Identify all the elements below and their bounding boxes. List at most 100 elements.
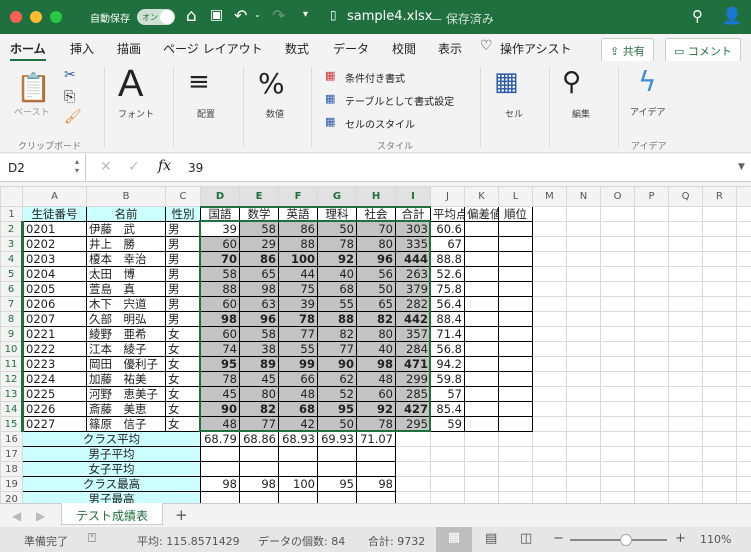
- cell[interactable]: 0201: [21, 221, 87, 237]
- cell[interactable]: 52: [317, 386, 357, 402]
- cell[interactable]: 335: [395, 236, 431, 252]
- column-header-B[interactable]: B: [86, 186, 166, 207]
- summary-value[interactable]: [200, 446, 240, 462]
- cell[interactable]: 綾野 亜希: [86, 326, 166, 342]
- cell[interactable]: 篠原 信子: [86, 416, 166, 432]
- cell[interactable]: [702, 356, 737, 372]
- cells-label[interactable]: セル: [505, 107, 523, 120]
- customize-toolbar-icon[interactable]: ▾: [303, 9, 308, 20]
- cell[interactable]: [498, 221, 533, 237]
- cell[interactable]: 88: [200, 281, 240, 297]
- cell[interactable]: [498, 476, 533, 492]
- cell[interactable]: [566, 461, 601, 477]
- cell[interactable]: [566, 416, 601, 432]
- cell[interactable]: 男: [165, 251, 201, 267]
- cell[interactable]: [736, 371, 751, 387]
- cell[interactable]: [464, 281, 499, 297]
- cell[interactable]: [532, 251, 567, 267]
- tell-me-search[interactable]: 操作アシスト: [500, 40, 572, 57]
- cell[interactable]: [600, 311, 635, 327]
- cell[interactable]: [634, 266, 669, 282]
- cell[interactable]: [736, 356, 751, 372]
- cell[interactable]: 285: [395, 386, 431, 402]
- cell[interactable]: [634, 386, 669, 402]
- cell[interactable]: [532, 401, 567, 417]
- cell[interactable]: 68: [317, 281, 357, 297]
- cell[interactable]: [532, 416, 567, 432]
- cell[interactable]: 442: [395, 311, 431, 327]
- cell[interactable]: [566, 206, 601, 222]
- editing-label[interactable]: 編集: [572, 107, 590, 120]
- cell[interactable]: [498, 236, 533, 252]
- cell[interactable]: 50: [317, 221, 357, 237]
- summary-value[interactable]: [317, 446, 357, 462]
- cell[interactable]: [668, 326, 703, 342]
- cell[interactable]: 56: [356, 266, 396, 282]
- column-header-P[interactable]: P: [634, 186, 669, 207]
- cell[interactable]: 98: [239, 281, 279, 297]
- cell[interactable]: [736, 326, 751, 342]
- cell[interactable]: 88.8: [430, 251, 465, 267]
- zoom-slider-thumb[interactable]: [620, 534, 633, 546]
- cell[interactable]: 60.6: [430, 221, 465, 237]
- summary-label[interactable]: クラス最高: [22, 476, 201, 492]
- cell[interactable]: [736, 206, 751, 222]
- cell[interactable]: 52.6: [430, 266, 465, 282]
- cell[interactable]: 女: [165, 326, 201, 342]
- cell[interactable]: [600, 491, 635, 503]
- cell[interactable]: 0226: [21, 401, 87, 417]
- cell[interactable]: [498, 401, 533, 417]
- cell[interactable]: [566, 476, 601, 492]
- row-header[interactable]: 10: [0, 341, 23, 357]
- row-header[interactable]: 17: [0, 446, 23, 462]
- format-as-table-button[interactable]: テーブルとして書式設定: [345, 93, 454, 108]
- cell[interactable]: 96: [356, 251, 396, 267]
- cell[interactable]: 90: [200, 401, 240, 417]
- cell[interactable]: 67: [430, 236, 465, 252]
- select-all-corner[interactable]: [0, 186, 23, 207]
- cell[interactable]: [430, 476, 465, 492]
- cell[interactable]: 88: [278, 236, 318, 252]
- tab-home[interactable]: ホーム: [10, 40, 46, 62]
- cell[interactable]: 70: [200, 251, 240, 267]
- cell[interactable]: 284: [395, 341, 431, 357]
- cell[interactable]: [464, 296, 499, 312]
- summary-value[interactable]: [239, 491, 279, 503]
- cell[interactable]: [702, 416, 737, 432]
- cell[interactable]: [736, 236, 751, 252]
- cell[interactable]: [464, 251, 499, 267]
- cell[interactable]: [600, 386, 635, 402]
- cell[interactable]: 77: [278, 326, 318, 342]
- cell[interactable]: [600, 236, 635, 252]
- summary-value[interactable]: [278, 446, 318, 462]
- sheet-tab-active[interactable]: テスト成績表: [61, 503, 163, 525]
- cell[interactable]: [600, 206, 635, 222]
- paste-icon[interactable]: 📋: [16, 71, 51, 104]
- cell[interactable]: [668, 446, 703, 462]
- formula-input[interactable]: 39: [188, 161, 203, 175]
- zoom-out-button[interactable]: −: [553, 531, 564, 546]
- column-header-I[interactable]: I: [395, 186, 431, 208]
- cell[interactable]: 94.2: [430, 356, 465, 372]
- cell[interactable]: 48: [278, 386, 318, 402]
- cells-icon[interactable]: ▦: [494, 67, 519, 97]
- summary-value[interactable]: [356, 461, 396, 477]
- cell[interactable]: [702, 386, 737, 402]
- summary-value[interactable]: 68.79: [200, 431, 240, 447]
- cell[interactable]: [566, 326, 601, 342]
- cell[interactable]: [600, 296, 635, 312]
- cell[interactable]: [532, 491, 567, 503]
- cell[interactable]: [600, 251, 635, 267]
- cell[interactable]: [736, 476, 751, 492]
- cell[interactable]: [634, 221, 669, 237]
- cell[interactable]: [464, 431, 499, 447]
- cell[interactable]: 96: [239, 311, 279, 327]
- row-header[interactable]: 11: [0, 356, 23, 372]
- cell[interactable]: 58: [239, 326, 279, 342]
- column-title[interactable]: 名前: [86, 206, 166, 222]
- page-break-view-button[interactable]: ◫: [520, 531, 532, 546]
- cell[interactable]: 263: [395, 266, 431, 282]
- cell[interactable]: 55: [317, 296, 357, 312]
- cell[interactable]: 60: [200, 236, 240, 252]
- cell[interactable]: 92: [317, 251, 357, 267]
